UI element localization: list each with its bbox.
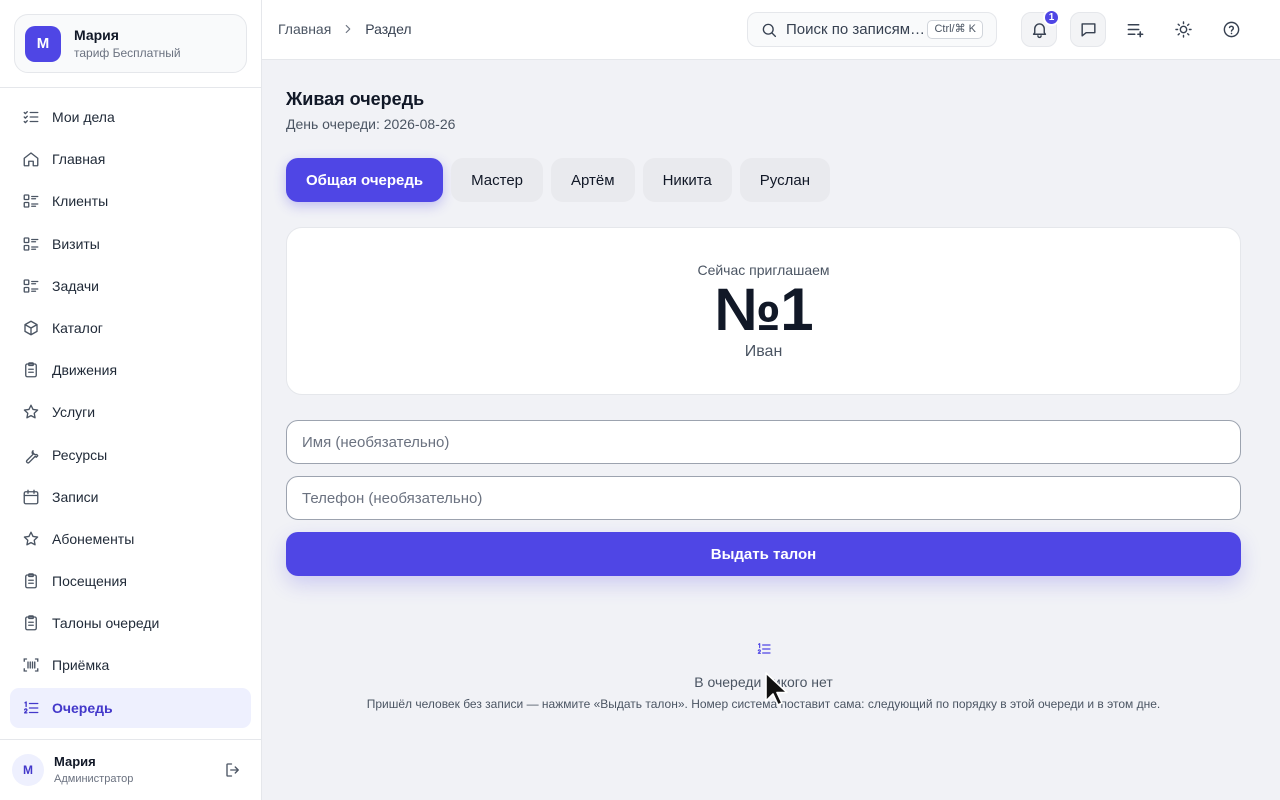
- sidebar-item-label: Движения: [52, 362, 118, 379]
- org-switcher[interactable]: М Мария тариф Бесплатный: [14, 14, 247, 73]
- chat-icon: [1080, 23, 1096, 37]
- sidebar-footer-divider: [0, 739, 262, 740]
- user-profile: М Мария Администратор: [12, 753, 250, 787]
- avatar[interactable]: М: [12, 754, 44, 786]
- messages-button[interactable]: [1070, 12, 1106, 47]
- sidebar-item-label: Абонементы: [52, 530, 135, 547]
- search-input[interactable]: Поиск по записям… Ctrl/⌘ K: [747, 12, 997, 47]
- page-subtitle: День очереди: 2026-08-26: [286, 116, 456, 132]
- sidebar-item-label: Ресурсы: [52, 446, 108, 463]
- sidebar-item-label: Каталог: [52, 319, 103, 336]
- tab-artem[interactable]: Артём: [551, 158, 635, 202]
- sidebar-item-label: Приёмка: [52, 657, 110, 674]
- sidebar-item-label: Клиенты: [52, 193, 109, 210]
- issue-ticket-button[interactable]: Выдать талон: [286, 532, 1241, 576]
- sidebar-item-clients[interactable]: Клиенты: [10, 181, 251, 221]
- clipboard-icon: [22, 361, 40, 379]
- empty-state-hint: Пришёл человек без записи — нажмите «Выд…: [366, 697, 1161, 711]
- help-button[interactable]: [1213, 12, 1249, 47]
- calendar-icon: [22, 488, 40, 506]
- search-icon: [762, 23, 777, 37]
- queue-tabs: Общая очередь Мастер Артём Никита Руслан: [286, 158, 838, 202]
- sidebar-item-queue-tickets[interactable]: Талоны очереди: [10, 603, 251, 643]
- sidebar-item-services[interactable]: Услуги: [10, 392, 251, 432]
- sidebar-item-label: Очередь: [52, 699, 113, 716]
- sidebar-item-label: Задачи: [52, 277, 100, 294]
- list-icon: [22, 235, 40, 253]
- org-avatar: М: [25, 25, 61, 62]
- now-serving-number: №1: [714, 276, 813, 343]
- phone-field[interactable]: [286, 476, 1241, 520]
- sidebar-item-attendance[interactable]: Посещения: [10, 561, 251, 601]
- sidebar-item-label: Визиты: [52, 235, 100, 252]
- search-placeholder: Поиск по записям…: [786, 21, 926, 38]
- list-add-icon: [1127, 23, 1143, 38]
- checklist-icon: [22, 108, 40, 126]
- box-icon: [22, 319, 40, 337]
- user-name: Мария: [54, 753, 96, 769]
- sidebar-item-catalog[interactable]: Каталог: [10, 308, 251, 348]
- star-icon: [22, 530, 40, 548]
- now-serving-card: Сейчас приглашаем №1 Иван: [286, 227, 1241, 395]
- search-shortcut-hint: Ctrl/⌘ K: [927, 20, 983, 39]
- sidebar-item-label: Записи: [52, 488, 99, 505]
- tab-ruslan[interactable]: Руслан: [739, 158, 830, 202]
- wrench-icon: [22, 446, 40, 464]
- sidebar-item-label: Талоны очереди: [52, 615, 160, 632]
- sidebar-item-movements[interactable]: Движения: [10, 350, 251, 390]
- list-icon: [22, 277, 40, 295]
- breadcrumb-current: Раздел: [365, 21, 412, 37]
- tab-master[interactable]: Мастер: [451, 158, 544, 202]
- notification-count-badge: 1: [1043, 9, 1060, 26]
- list-icon: [22, 192, 40, 210]
- sidebar-item-label: Главная: [52, 151, 106, 168]
- sidebar-item-my-tasks[interactable]: Мои дела: [10, 97, 251, 137]
- empty-state-title: В очереди никого нет: [694, 674, 833, 690]
- sidebar-item-resources[interactable]: Ресурсы: [10, 435, 251, 475]
- logout-icon[interactable]: [224, 761, 242, 779]
- help-icon: [1223, 21, 1239, 38]
- sidebar-item-home[interactable]: Главная: [10, 139, 251, 179]
- sidebar-divider: [0, 87, 262, 88]
- sidebar-item-queue[interactable]: Очередь: [10, 687, 251, 728]
- topbar: Главная Раздел Поиск по записям… Ctrl/⌘ …: [262, 0, 1280, 60]
- breadcrumb-home-link[interactable]: Главная: [278, 21, 331, 37]
- numbered-list-icon: [756, 641, 772, 657]
- sidebar-item-label: Посещения: [52, 573, 127, 590]
- clipboard-icon: [22, 572, 40, 590]
- sidebar-item-label: Услуги: [52, 404, 96, 421]
- user-role: Администратор: [54, 772, 134, 785]
- sidebar-item-visits[interactable]: Визиты: [10, 224, 251, 264]
- sidebar-item-tasks[interactable]: Задачи: [10, 266, 251, 306]
- clipboard-icon: [22, 614, 40, 632]
- org-name: Мария: [74, 26, 119, 43]
- sidebar-item-bookings[interactable]: Записи: [10, 477, 251, 517]
- star-icon: [22, 403, 40, 421]
- sidebar-item-subscriptions[interactable]: Абонементы: [10, 519, 251, 559]
- sidebar-item-receiving[interactable]: Приёмка: [10, 645, 251, 685]
- breadcrumb: Главная Раздел: [278, 21, 412, 37]
- sidebar-nav: Мои дела Главная Клиенты Визиты Задачи К…: [10, 97, 251, 730]
- numbered-list-icon: [22, 699, 40, 717]
- home-icon: [22, 150, 40, 168]
- tab-general-queue[interactable]: Общая очередь: [286, 158, 444, 202]
- sidebar: М Мария тариф Бесплатный Мои дела Главна…: [0, 0, 262, 800]
- theme-toggle-button[interactable]: [1165, 12, 1201, 47]
- page-title: Живая очередь: [286, 89, 425, 109]
- main-content: Живая очередь День очереди: 2026-08-26 О…: [262, 60, 1280, 800]
- chevron-right-icon: [345, 24, 351, 34]
- notifications-button[interactable]: 1: [1021, 9, 1060, 47]
- sun-icon: [1174, 21, 1192, 38]
- now-serving-name: Иван: [744, 343, 783, 360]
- tab-nikita[interactable]: Никита: [642, 158, 732, 202]
- barcode-scan-icon: [22, 656, 40, 674]
- name-field[interactable]: [286, 420, 1241, 464]
- sidebar-item-label: Мои дела: [52, 109, 115, 125]
- org-plan: тариф Бесплатный: [74, 45, 181, 60]
- quick-add-button[interactable]: [1117, 12, 1153, 47]
